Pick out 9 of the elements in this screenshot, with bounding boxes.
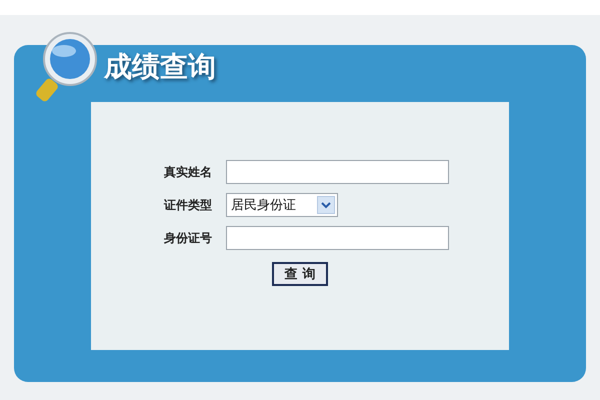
query-button[interactable]: 查 询 [272,262,328,286]
caret-icon [317,196,335,214]
page-title: 成绩查询 [104,48,216,84]
input-field[interactable] [226,226,449,250]
field-label: 真实姓名 [163,164,212,180]
field-label: 身份证号 [163,230,212,246]
field-label: 证件类型 [162,196,212,214]
input-field[interactable] [226,160,449,184]
id-type-select[interactable]: 居民身份证 [226,193,338,217]
